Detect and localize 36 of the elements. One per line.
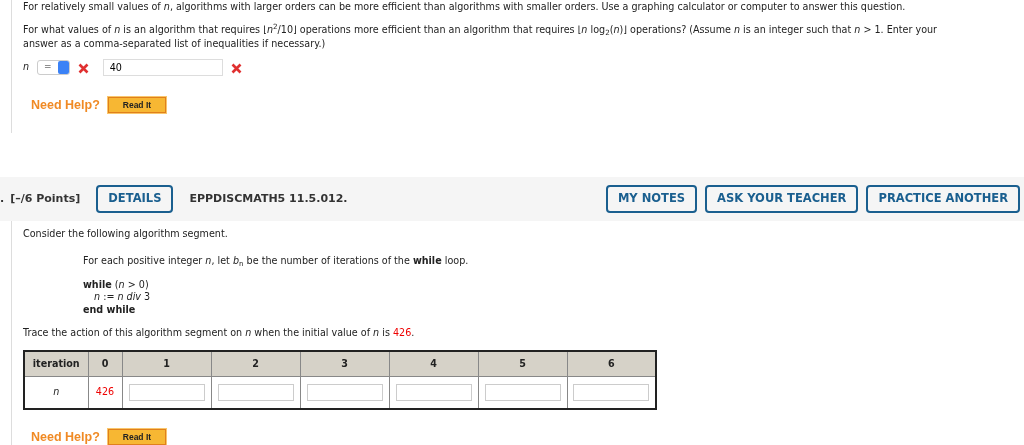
question-number: . — [0, 190, 5, 207]
need-help-label: Need Help? — [31, 96, 100, 114]
question-text: For what values of n is an algorithm that requires ⌊n$^{2}$/10⌋ operations more efficient than an algorithm that requires ⌊n log$_{2}$(n)⌋ operations? (Assume n is an integer such that n > 1. Enter your answer as a comma-separated list of inequalities if necessary.) — [23, 22, 939, 51]
answer-field[interactable] — [484, 383, 561, 401]
answer-field[interactable] — [306, 383, 383, 401]
intro-text: For relatively small values of n, algorithms with larger orders can be more efficient than algorithms with smaller orders. Use a graphing calculator or computer to answer this question. — [23, 0, 907, 14]
need-help-label: Need Help? — [31, 428, 100, 445]
column-header: 2 — [211, 350, 300, 377]
column-header: 1 — [122, 350, 211, 377]
header-button[interactable]: PRACTICE ANOTHER — [866, 185, 1020, 213]
intro-text: Consider the following algorithm segment. — [23, 227, 229, 241]
header-button[interactable]: MY NOTES — [605, 185, 698, 213]
answer-field[interactable]: 40 — [102, 58, 223, 76]
column-header: 0 — [88, 350, 122, 377]
operator-select[interactable]: = — [37, 59, 70, 75]
column-header: 6 — [567, 350, 656, 377]
code-line: while (n > 0) — [83, 278, 150, 292]
answer-field[interactable] — [395, 383, 472, 401]
column-header: iteration — [24, 350, 88, 377]
code-line: n := n div 3 — [93, 291, 152, 304]
column-header: 3 — [300, 350, 389, 377]
code-line: end while — [83, 303, 137, 317]
question-code: EPPDISCMATH5 11.5.012. — [189, 190, 348, 207]
answer-field[interactable] — [128, 383, 205, 401]
column-header: 4 — [389, 350, 478, 377]
statement-text: For each positive integer n, let b$_{n}$ be the number of iterations of the while loop. — [83, 254, 470, 269]
answer-field[interactable] — [573, 383, 650, 401]
header-button[interactable]: ASK YOUR TEACHER — [705, 185, 859, 213]
answer-field[interactable] — [217, 383, 294, 401]
points-label: [–/6 Points] — [10, 190, 81, 207]
column-header: 5 — [478, 350, 567, 377]
read-it-button[interactable]: Read It — [107, 96, 167, 114]
read-it-button[interactable]: Read It — [107, 428, 167, 445]
trace-text: Trace the action of this algorithm segment on n when the initial value of n is 426. — [23, 326, 416, 341]
variable-label: n — [23, 60, 30, 74]
details-button[interactable]: DETAILS — [96, 185, 174, 213]
